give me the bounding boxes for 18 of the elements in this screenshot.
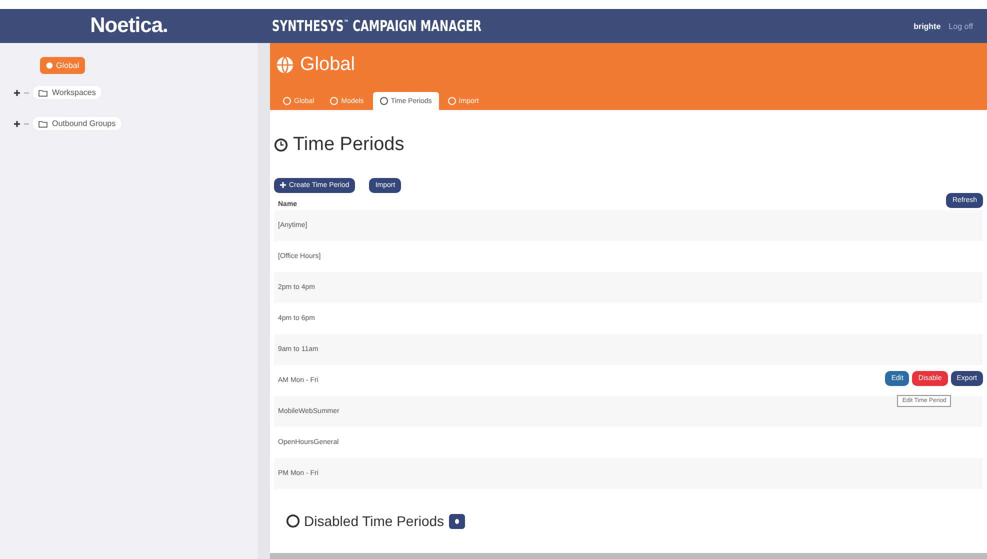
tree-connector-icon (24, 92, 29, 94)
banner-title: Global (276, 54, 987, 76)
tree-item[interactable]: Outbound Groups (33, 117, 121, 130)
tree-connector-icon (24, 122, 29, 124)
app-title: SYNTHESYS$^{™}$ CAMPAIGN MANAGER (272, 17, 482, 35)
section-title: Disabled Time Periods (286, 513, 444, 529)
expand-button[interactable] (449, 514, 466, 528)
folder-icon (38, 120, 48, 128)
tree-item[interactable]: Workspaces (33, 86, 101, 99)
plus-icon (280, 182, 286, 188)
section-title: Time Periods (274, 134, 983, 156)
folder-icon (38, 88, 48, 96)
expand-icon[interactable] (14, 120, 20, 126)
scrollbar[interactable] (270, 553, 987, 559)
logo: Noetica. (90, 14, 168, 38)
expand-icon[interactable] (14, 90, 20, 96)
logoff-link[interactable]: Log off (948, 22, 973, 30)
user-name: brighte (914, 22, 941, 30)
